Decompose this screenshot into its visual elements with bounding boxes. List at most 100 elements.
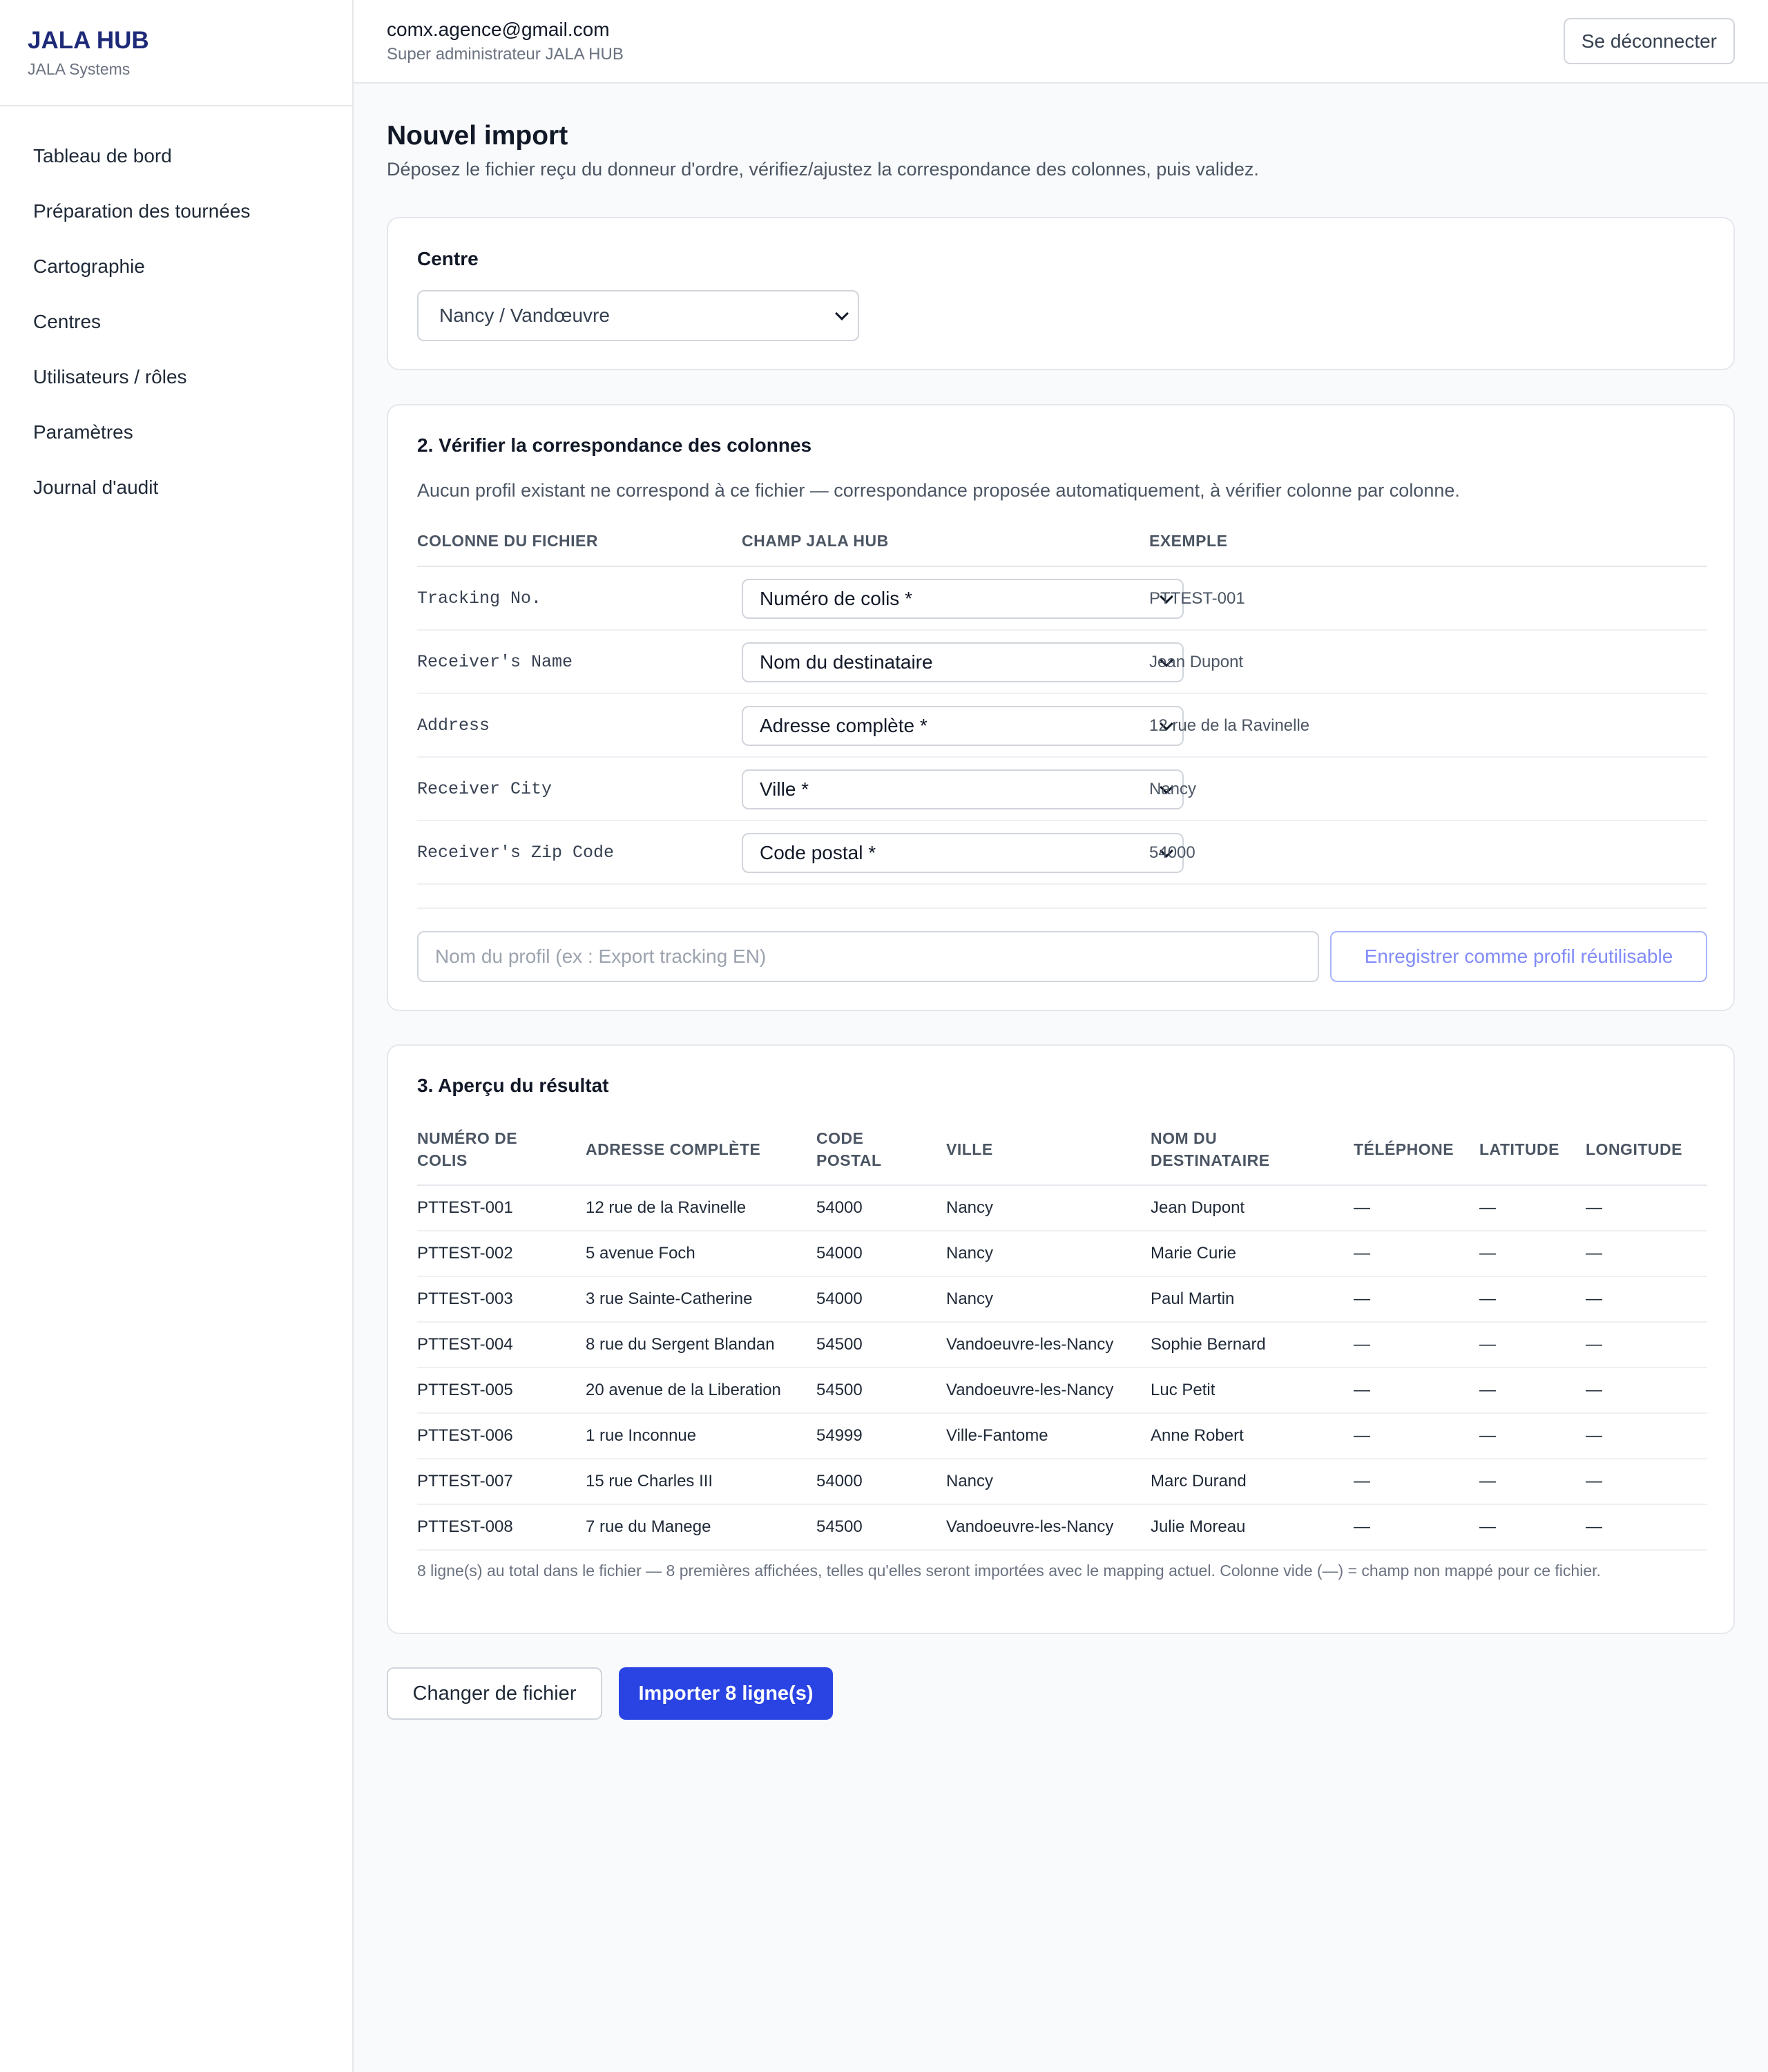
cell-longitude: — (1586, 1472, 1602, 1490)
cell-city: Vandoeuvre-les-Nancy (946, 1381, 1114, 1399)
cell-longitude: — (1586, 1335, 1602, 1354)
sidebar-item-dashboard[interactable]: Tableau de bord (0, 137, 352, 192)
table-row: PTTEST-006 1 rue Inconnue 54999 Ville-Fa… (417, 1414, 1707, 1459)
field-select[interactable]: Adresse complète * (742, 706, 1184, 746)
header-line: destinataire (1151, 1151, 1270, 1169)
chevron-down-icon (835, 307, 849, 320)
field-select-value: Numéro de colis * (760, 588, 912, 609)
sidebar-item-centres[interactable]: Centres (0, 303, 352, 358)
profile-name-input[interactable] (417, 931, 1319, 982)
cell-name: Jean Dupont (1151, 1198, 1245, 1217)
cell-name: Julie Moreau (1151, 1517, 1246, 1536)
cell-zip: 54000 (816, 1198, 863, 1217)
cell-tracking: PTTEST-003 (417, 1289, 513, 1308)
header-phone: Téléphone (1354, 1140, 1454, 1158)
cell-tracking: PTTEST-007 (417, 1472, 513, 1490)
sidebar-nav: Tableau de bord Préparation des tournées… (0, 106, 352, 524)
brand-subtitle: JALA Systems (28, 60, 131, 78)
cell-tracking: PTTEST-004 (417, 1335, 513, 1354)
cell-address: 15 rue Charles III (586, 1472, 713, 1490)
example-value: 54000 (1149, 843, 1195, 862)
mapping-row: Receiver's Name Nom du destinataire Jean… (417, 631, 1707, 694)
cell-longitude: — (1586, 1244, 1602, 1263)
preview-card: 3. Aperçu du résultat Numéro de colis Ad… (387, 1044, 1735, 1634)
centre-card: Centre Nancy / Vandœuvre (387, 217, 1735, 370)
cell-longitude: — (1586, 1198, 1602, 1217)
sidebar-item-settings[interactable]: Paramètres (0, 413, 352, 468)
header-line: Nom du (1151, 1129, 1218, 1147)
field-select[interactable]: Ville * (742, 769, 1184, 809)
sidebar-item-mapping[interactable]: Cartographie (0, 247, 352, 303)
cell-address: 12 rue de la Ravinelle (586, 1198, 747, 1217)
header-jala-field: Champ JALA HUB (742, 532, 889, 550)
example-value: Nancy (1149, 780, 1197, 798)
mapping-description: Aucun profil existant ne correspond à ce… (417, 480, 1460, 501)
header-recipient-name: Nom du destinataire (1151, 1127, 1270, 1171)
mapping-row: Address Adresse complète * 12 rue de la … (417, 694, 1707, 758)
cell-tracking: PTTEST-002 (417, 1244, 513, 1263)
field-select-value: Code postal * (760, 842, 876, 863)
cell-longitude: — (1586, 1517, 1602, 1536)
mapping-row: Tracking No. Numéro de colis * PTTEST-00… (417, 567, 1707, 631)
cell-name: Sophie Bernard (1151, 1335, 1266, 1354)
example-value: 12 rue de la Ravinelle (1149, 716, 1310, 735)
cell-longitude: — (1586, 1381, 1602, 1399)
cell-city: Nancy (946, 1472, 994, 1490)
import-button[interactable]: Importer 8 ligne(s) (619, 1667, 833, 1720)
page-title: Nouvel import (387, 121, 568, 151)
mapping-row: Receiver City Ville * Nancy (417, 758, 1707, 821)
mapping-row: Receiver's Zip Code Code postal * 54000 (417, 821, 1707, 885)
header-tracking-number: Numéro de colis (417, 1127, 517, 1171)
table-row: PTTEST-007 15 rue Charles III 54000 Nanc… (417, 1459, 1707, 1505)
sidebar-item-users-roles[interactable]: Utilisateurs / rôles (0, 358, 352, 413)
cell-latitude: — (1479, 1289, 1496, 1308)
field-select[interactable]: Code postal * (742, 833, 1184, 873)
header-city: Ville (946, 1140, 993, 1158)
brand: JALA HUB JALA Systems (0, 0, 352, 106)
cell-tracking: PTTEST-008 (417, 1517, 513, 1536)
header-line: Numéro de (417, 1129, 518, 1147)
column-mapping-card: 2. Vérifier la correspondance des colonn… (387, 404, 1735, 1011)
cell-tracking: PTTEST-005 (417, 1381, 513, 1399)
file-column-name: Receiver City (417, 779, 552, 799)
cell-latitude: — (1479, 1244, 1496, 1263)
file-column-name: Tracking No. (417, 588, 542, 608)
sidebar-item-audit-log[interactable]: Journal d'audit (0, 468, 352, 524)
cell-city: Nancy (946, 1244, 994, 1263)
cell-city: Vandoeuvre-les-Nancy (946, 1517, 1114, 1536)
change-file-button[interactable]: Changer de fichier (387, 1667, 602, 1720)
header-address: Adresse complète (586, 1140, 761, 1158)
brand-title[interactable]: JALA HUB (28, 26, 352, 55)
cell-phone: — (1354, 1517, 1370, 1536)
table-row: PTTEST-008 7 rue du Manege 54500 Vandoeu… (417, 1505, 1707, 1551)
cell-zip: 54000 (816, 1472, 863, 1490)
cell-latitude: — (1479, 1472, 1496, 1490)
save-profile-button[interactable]: Enregistrer comme profil réutilisable (1330, 931, 1707, 982)
logout-button[interactable]: Se déconnecter (1563, 18, 1735, 64)
centre-select[interactable]: Nancy / Vandœuvre (417, 290, 859, 341)
cell-zip: 54000 (816, 1289, 863, 1308)
cell-phone: — (1354, 1381, 1370, 1399)
header-longitude: Longitude (1586, 1140, 1682, 1158)
cell-name: Marie Curie (1151, 1244, 1237, 1263)
header-line: Code (816, 1129, 864, 1147)
cell-city: Vandoeuvre-les-Nancy (946, 1335, 1114, 1354)
cell-latitude: — (1479, 1426, 1496, 1445)
cell-phone: — (1354, 1289, 1370, 1308)
header-example: Exemple (1149, 532, 1228, 550)
header-zip: Code postal (816, 1127, 882, 1171)
cell-zip: 54000 (816, 1244, 863, 1263)
preview-footnote: 8 ligne(s) au total dans le fichier — 8 … (417, 1562, 1601, 1580)
mapping-divider (417, 908, 1707, 909)
cell-name: Marc Durand (1151, 1472, 1247, 1490)
sidebar: JALA HUB JALA Systems Tableau de bord Pr… (0, 0, 354, 2072)
cell-city: Nancy (946, 1198, 994, 1217)
sidebar-item-route-preparation[interactable]: Préparation des tournées (0, 192, 352, 247)
file-column-name: Receiver's Zip Code (417, 843, 615, 863)
cell-address: 3 rue Sainte-Catherine (586, 1289, 753, 1308)
user-role: Super administrateur JALA HUB (387, 45, 624, 64)
user-email: comx.agence@gmail.com (387, 19, 610, 40)
field-select[interactable]: Nom du destinataire (742, 642, 1184, 682)
header-file-column: Colonne du fichier (417, 532, 598, 550)
field-select[interactable]: Numéro de colis * (742, 579, 1184, 619)
